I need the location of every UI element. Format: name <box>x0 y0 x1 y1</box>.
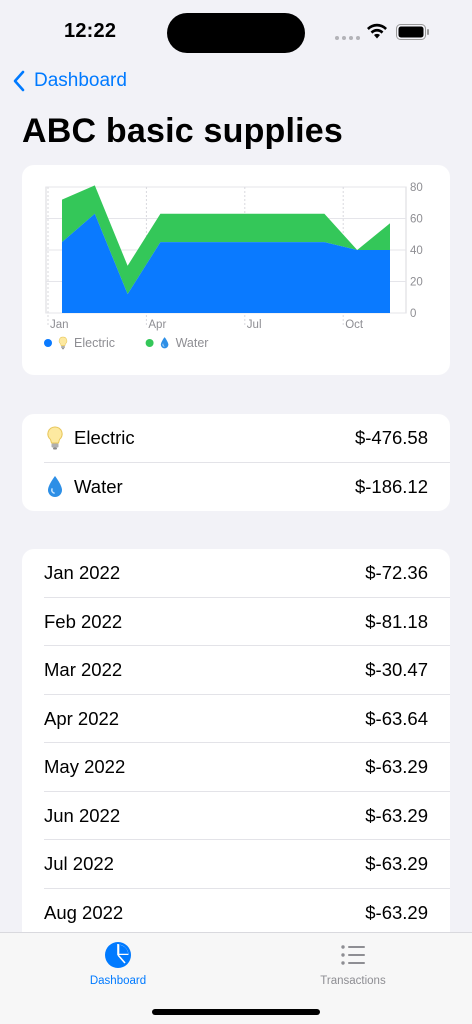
tab-transactions[interactable]: Transactions <box>293 941 413 987</box>
month-label: Aug 2022 <box>44 901 124 923</box>
legend-label-water: Water <box>176 336 209 350</box>
home-indicator <box>152 1009 320 1015</box>
x-tick-label: Oct <box>345 319 364 331</box>
list-icon <box>341 945 365 965</box>
x-tick-label: Jan <box>50 319 69 331</box>
month-label: Apr 2022 <box>44 707 120 729</box>
back-button-label: Dashboard <box>34 70 127 91</box>
category-summary-card: Electric $-476.58 Water $-186.12 <box>22 414 450 511</box>
month-row[interactable]: Jul 2022 $-63.29 <box>22 840 450 889</box>
month-amount: $-63.64 <box>365 707 428 729</box>
status-bar: 12:22 <box>0 0 472 64</box>
month-amount: $-63.29 <box>365 853 428 875</box>
battery-icon <box>396 24 429 40</box>
tab-dashboard[interactable]: Dashboard <box>58 941 178 987</box>
category-row-water[interactable]: Water $-186.12 <box>22 463 450 512</box>
category-label: Water <box>74 475 123 497</box>
month-amount: $-63.29 <box>365 756 428 778</box>
back-button[interactable]: Dashboard <box>12 70 127 92</box>
category-amount: $-476.58 <box>354 427 428 449</box>
month-amount: $-30.47 <box>365 659 428 681</box>
month-amount: $-81.18 <box>365 610 428 632</box>
dynamic-island <box>167 13 305 53</box>
page-title: ABC basic supplies <box>22 112 344 150</box>
month-row[interactable]: Jan 2022 $-72.36 <box>22 549 450 598</box>
x-tick-label: Apr <box>148 319 166 331</box>
category-label: Electric <box>74 427 135 449</box>
month-amount: $-63.29 <box>365 901 428 923</box>
lightbulb-icon <box>58 336 68 350</box>
lightbulb-icon <box>44 425 66 451</box>
tab-transactions-label: Transactions <box>320 975 386 987</box>
pie-chart-icon <box>105 942 131 968</box>
legend-swatch-water <box>145 339 154 347</box>
month-label: May 2022 <box>44 756 126 778</box>
y-tick-label: 40 <box>410 245 423 257</box>
month-row[interactable]: Mar 2022 $-30.47 <box>22 646 450 695</box>
status-time: 12:22 <box>64 20 117 42</box>
tab-dashboard-label: Dashboard <box>89 975 147 987</box>
cellular-signal-icon <box>335 36 360 40</box>
y-tick-label: 0 <box>410 308 416 320</box>
month-label: Jan 2022 <box>44 562 121 584</box>
monthly-totals-card: Jan 2022 $-72.36 Feb 2022 $-81.18 Mar 2022 $-… <box>22 549 450 949</box>
month-label: Mar 2022 <box>44 659 123 681</box>
droplet-icon <box>160 337 169 349</box>
x-tick-label: Jul <box>247 319 262 331</box>
month-label: Jul 2022 <box>44 853 114 875</box>
legend-swatch-electric <box>44 339 52 347</box>
droplet-icon <box>44 474 66 500</box>
month-label: Jun 2022 <box>44 804 121 826</box>
category-amount: $-186.12 <box>354 475 428 497</box>
y-tick-label: 20 <box>410 277 423 289</box>
wifi-icon <box>367 23 387 39</box>
month-row[interactable]: Feb 2022 $-81.18 <box>22 598 450 646</box>
y-tick-label: 80 <box>410 182 423 194</box>
month-amount: $-72.36 <box>365 562 428 584</box>
month-row[interactable]: Jun 2022 $-63.29 <box>22 792 450 840</box>
month-row[interactable]: May 2022 $-63.29 <box>22 743 450 792</box>
chart-card: 0 20 40 60 80 Jan Apr Jul Oct Electric Water <box>22 165 450 375</box>
month-row[interactable]: Apr 2022 $-63.64 <box>22 695 450 743</box>
chevron-left-icon <box>13 70 25 92</box>
month-amount: $-63.29 <box>365 804 428 826</box>
month-row[interactable]: Aug 2022 $-63.29 <box>22 889 450 937</box>
month-label: Feb 2022 <box>44 610 123 632</box>
legend-label-electric: Electric <box>74 336 115 350</box>
stacked-area-chart: 0 20 40 60 80 Jan Apr Jul Oct Electric Water <box>44 182 423 350</box>
y-tick-label: 60 <box>410 214 423 226</box>
category-row-electric[interactable]: Electric $-476.58 <box>22 414 450 463</box>
